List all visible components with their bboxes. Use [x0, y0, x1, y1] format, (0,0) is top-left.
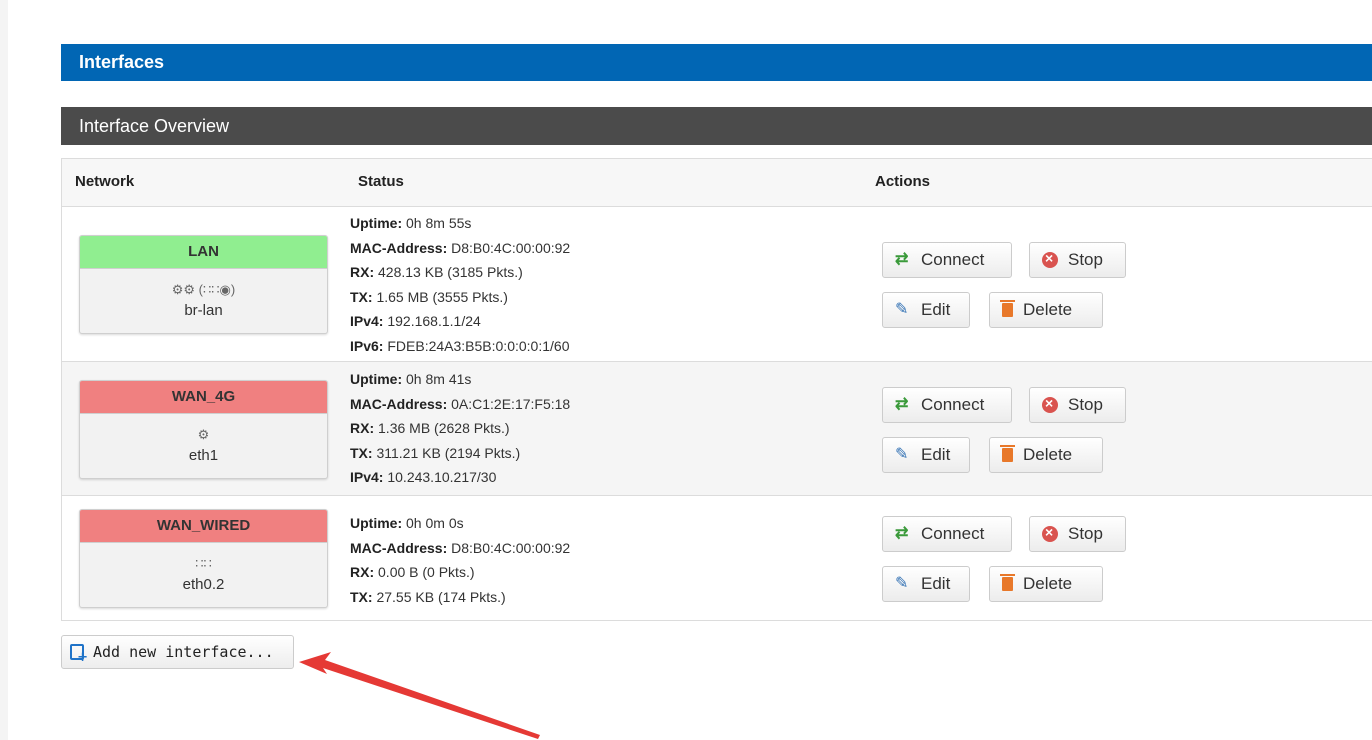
edit-icon: ✎ [895, 301, 909, 318]
stop-button[interactable]: Stop [1029, 387, 1126, 423]
status-line: RX: 0.00 B (0 Pkts.) [350, 564, 475, 580]
status-block: Uptime: 0h 8m 41s MAC-Address: 0A:C1:2E:… [350, 367, 570, 490]
status-line: MAC-Address: D8:B0:4C:00:00:92 [350, 239, 571, 256]
device-name: eth1 [188, 447, 219, 464]
network-card-wan-4g[interactable]: WAN_4G ⚙ eth1 [79, 380, 328, 479]
header-actions: Actions [875, 173, 931, 190]
connect-button[interactable]: ⇄ Connect [882, 387, 1012, 423]
refresh-icon: ⇄ [895, 396, 909, 413]
left-gutter [0, 0, 8, 740]
edit-button[interactable]: ✎ Edit [882, 437, 970, 473]
refresh-icon: ⇄ [895, 525, 909, 542]
edit-icon: ✎ [895, 446, 909, 463]
table-header: Network Status Actions [62, 159, 1372, 207]
delete-button[interactable]: Delete [989, 566, 1103, 602]
status-line: IPv4: 192.168.1.1/24 [350, 313, 481, 329]
delete-button[interactable]: Delete [989, 292, 1103, 328]
network-name: WAN_WIRED [80, 510, 327, 543]
device-icons: ⚙⚙ (∷∷◉) [171, 282, 236, 297]
status-line: RX: 1.36 MB (2628 Pkts.) [350, 420, 510, 436]
status-line: TX: 27.55 KB (174 Pkts.) [350, 588, 506, 605]
edit-icon: ✎ [895, 575, 909, 592]
network-card-lan[interactable]: LAN ⚙⚙ (∷∷◉) br-lan [79, 235, 328, 334]
trash-icon [1000, 574, 1015, 591]
stop-icon [1042, 524, 1058, 542]
trash-icon [1000, 445, 1015, 462]
status-line: IPv4: 10.243.10.217/30 [350, 469, 497, 485]
edit-button[interactable]: ✎ Edit [882, 292, 970, 328]
status-line: RX: 428.13 KB (3185 Pkts.) [350, 264, 523, 280]
trash-icon [1000, 300, 1015, 317]
section-title: Interface Overview [61, 107, 1372, 145]
stop-icon [1042, 250, 1058, 268]
status-line: Uptime: 0h 0m 0s [350, 515, 464, 531]
status-line: IPv6: FDEB:24A3:B5B:0:0:0:0:1/60 [350, 337, 570, 354]
interface-table: Network Status Actions LAN ⚙⚙ (∷∷◉) br-l… [61, 158, 1372, 621]
table-row-wan-4g: WAN_4G ⚙ eth1 Uptime: 0h 8m 41s MAC-Addr… [62, 362, 1372, 496]
refresh-icon: ⇄ [895, 251, 909, 268]
add-page-icon [70, 644, 88, 665]
network-card-wan-wired[interactable]: WAN_WIRED ∷∷ eth0.2 [79, 509, 328, 608]
stop-button[interactable]: Stop [1029, 516, 1126, 552]
edit-button[interactable]: ✎ Edit [882, 566, 970, 602]
connect-button[interactable]: ⇄ Connect [882, 516, 1012, 552]
status-line: Uptime: 0h 8m 41s [350, 371, 472, 387]
status-line: MAC-Address: D8:B0:4C:00:00:92 [350, 539, 571, 556]
device-name: eth0.2 [182, 576, 225, 593]
status-block: Uptime: 0h 0m 0s MAC-Address: D8:B0:4C:0… [350, 511, 570, 609]
page-title: Interfaces [61, 44, 1372, 81]
status-line: TX: 1.65 MB (3555 Pkts.) [350, 288, 508, 305]
delete-button[interactable]: Delete [989, 437, 1103, 473]
network-name: WAN_4G [80, 381, 327, 414]
device-icons: ∷∷ [195, 556, 212, 571]
stop-button[interactable]: Stop [1029, 242, 1126, 278]
stop-icon [1042, 395, 1058, 413]
add-new-interface-button[interactable]: Add new interface... [61, 635, 294, 669]
network-name: LAN [80, 236, 327, 269]
header-status: Status [358, 173, 404, 190]
table-row-wan-wired: WAN_WIRED ∷∷ eth0.2 Uptime: 0h 0m 0s MAC… [62, 496, 1372, 621]
device-name: br-lan [184, 302, 223, 319]
device-icons: ⚙ [197, 427, 210, 442]
table-row-lan: LAN ⚙⚙ (∷∷◉) br-lan Uptime: 0h 8m 55s MA… [62, 207, 1372, 362]
status-line: MAC-Address: 0A:C1:2E:17:F5:18 [350, 395, 571, 412]
connect-button[interactable]: ⇄ Connect [882, 242, 1012, 278]
annotation-arrow [299, 652, 540, 739]
status-line: TX: 311.21 KB (2194 Pkts.) [350, 444, 521, 461]
status-block: Uptime: 0h 8m 55s MAC-Address: D8:B0:4C:… [350, 211, 570, 358]
header-network: Network [75, 173, 135, 190]
status-line: Uptime: 0h 8m 55s [350, 215, 472, 231]
